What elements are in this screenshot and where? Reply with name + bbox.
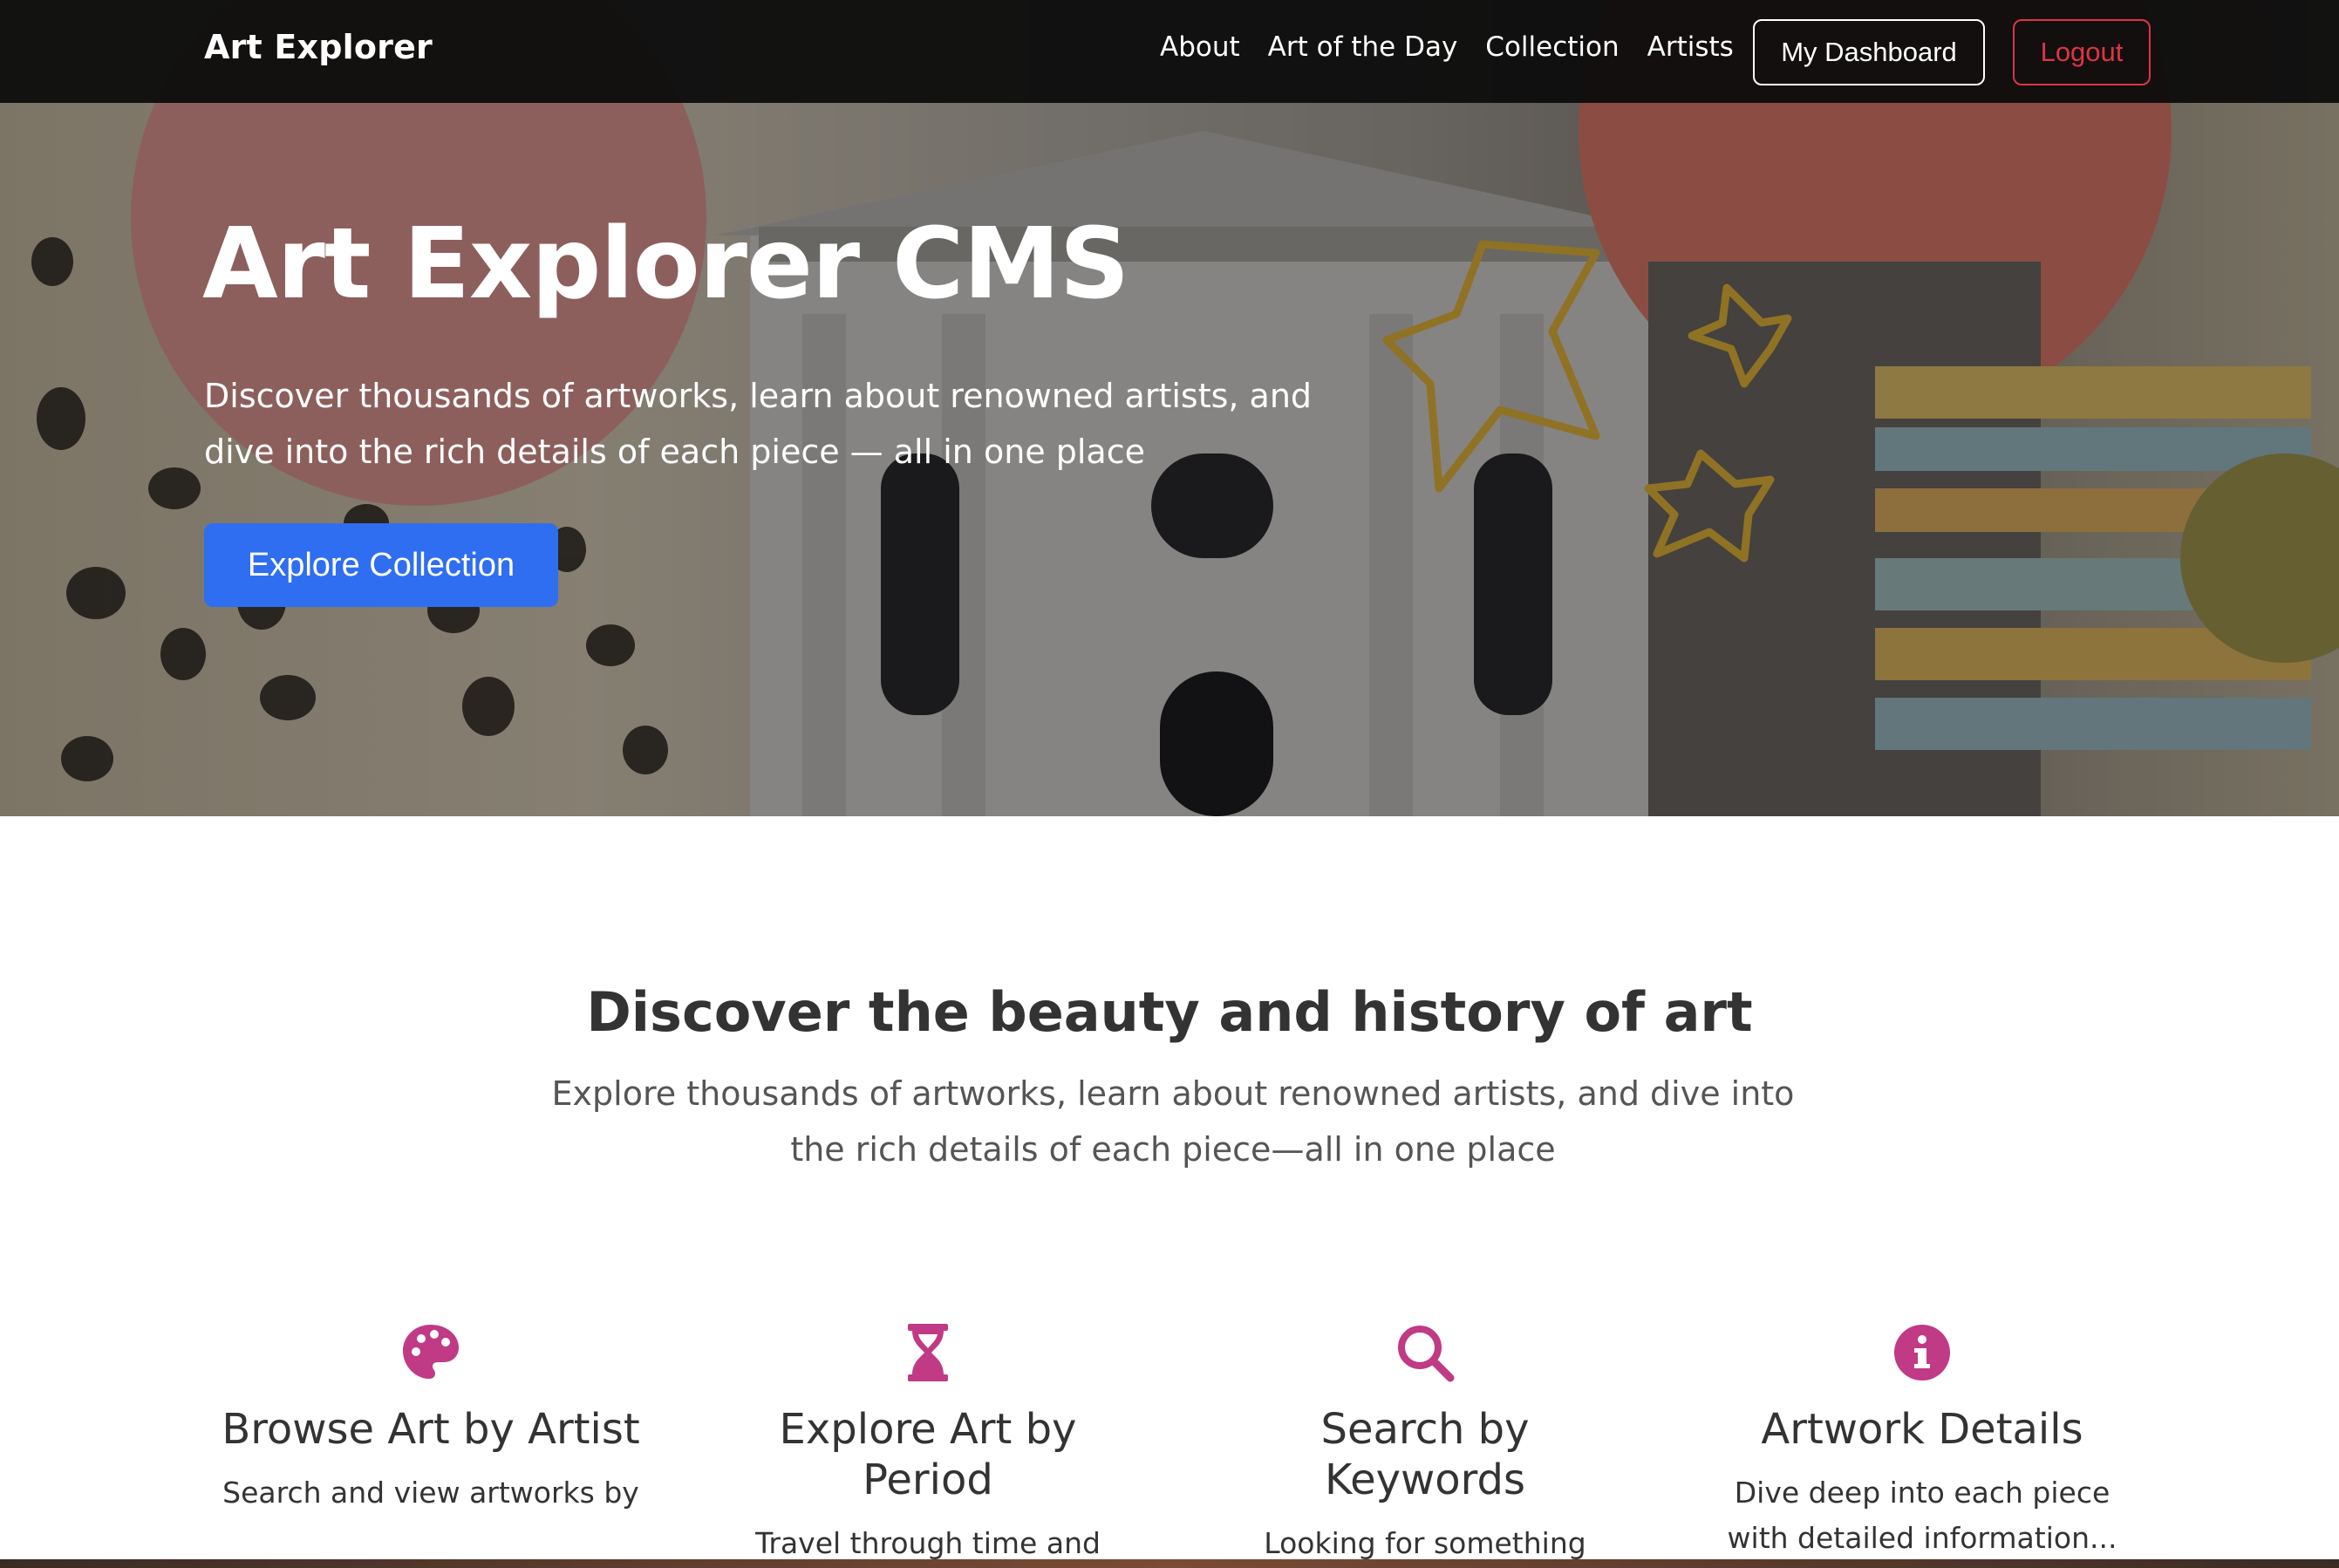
page: Art Explorer CMS Discover thousands of a… [0,0,2339,1568]
logout-button[interactable]: Logout [2013,19,2151,85]
intro-title: Discover the beauty and history of art [586,980,1753,1044]
nav-link-about[interactable]: About [1160,31,1240,63]
hero-title: Art Explorer CMS [202,208,1129,321]
brand-logo-link[interactable]: Art Explorer [204,28,433,66]
info-icon [1892,1322,1953,1383]
hero-subtitle: Discover thousands of artworks, learn ab… [204,377,1313,471]
feature-text-browse-by-artist: Search and view artworks by [222,1476,639,1510]
feature-card-browse-by-artist: Browse Art by Artist Search and view art… [222,1322,640,1516]
nav-link-collection[interactable]: Collection [1485,31,1619,63]
intro-text: Explore thousands of artworks, learn abo… [551,1074,1795,1169]
search-icon [1395,1322,1456,1383]
nav-link-artists[interactable]: Artists [1647,31,1734,63]
my-dashboard-button[interactable]: My Dashboard [1753,19,1985,85]
feature-title-explore-by-period: Explore Art by Period [779,1405,1077,1504]
palette-icon [400,1322,461,1383]
hourglass-icon [897,1322,958,1383]
nav-link-art-of-the-day[interactable]: Art of the Day [1268,31,1458,63]
explore-collection-button[interactable]: Explore Collection [204,523,558,607]
feature-card-search-by-keywords: Search by Keywords Looking for something [1216,1322,1634,1566]
feature-title-artwork-details: Artwork Details [1761,1405,2083,1454]
window-bottom-edge [0,1559,2339,1568]
hero-banner: Art Explorer CMS Discover thousands of a… [0,0,2339,816]
feature-card-explore-by-period: Explore Art by Period Travel through tim… [719,1322,1137,1566]
feature-title-search-by-keywords: Search by Keywords [1320,1405,1530,1504]
feature-title-browse-by-artist: Browse Art by Artist [222,1405,640,1454]
feature-card-artwork-details: Artwork Details Dive deep into each piec… [1713,1322,2131,1561]
feature-text-artwork-details: Dive deep into each piece with detailed … [1727,1476,2117,1555]
nav-links: About Art of the Day Collection Artists [1160,31,1762,63]
navbar: Art Explorer About Art of the Day Collec… [0,0,2339,103]
